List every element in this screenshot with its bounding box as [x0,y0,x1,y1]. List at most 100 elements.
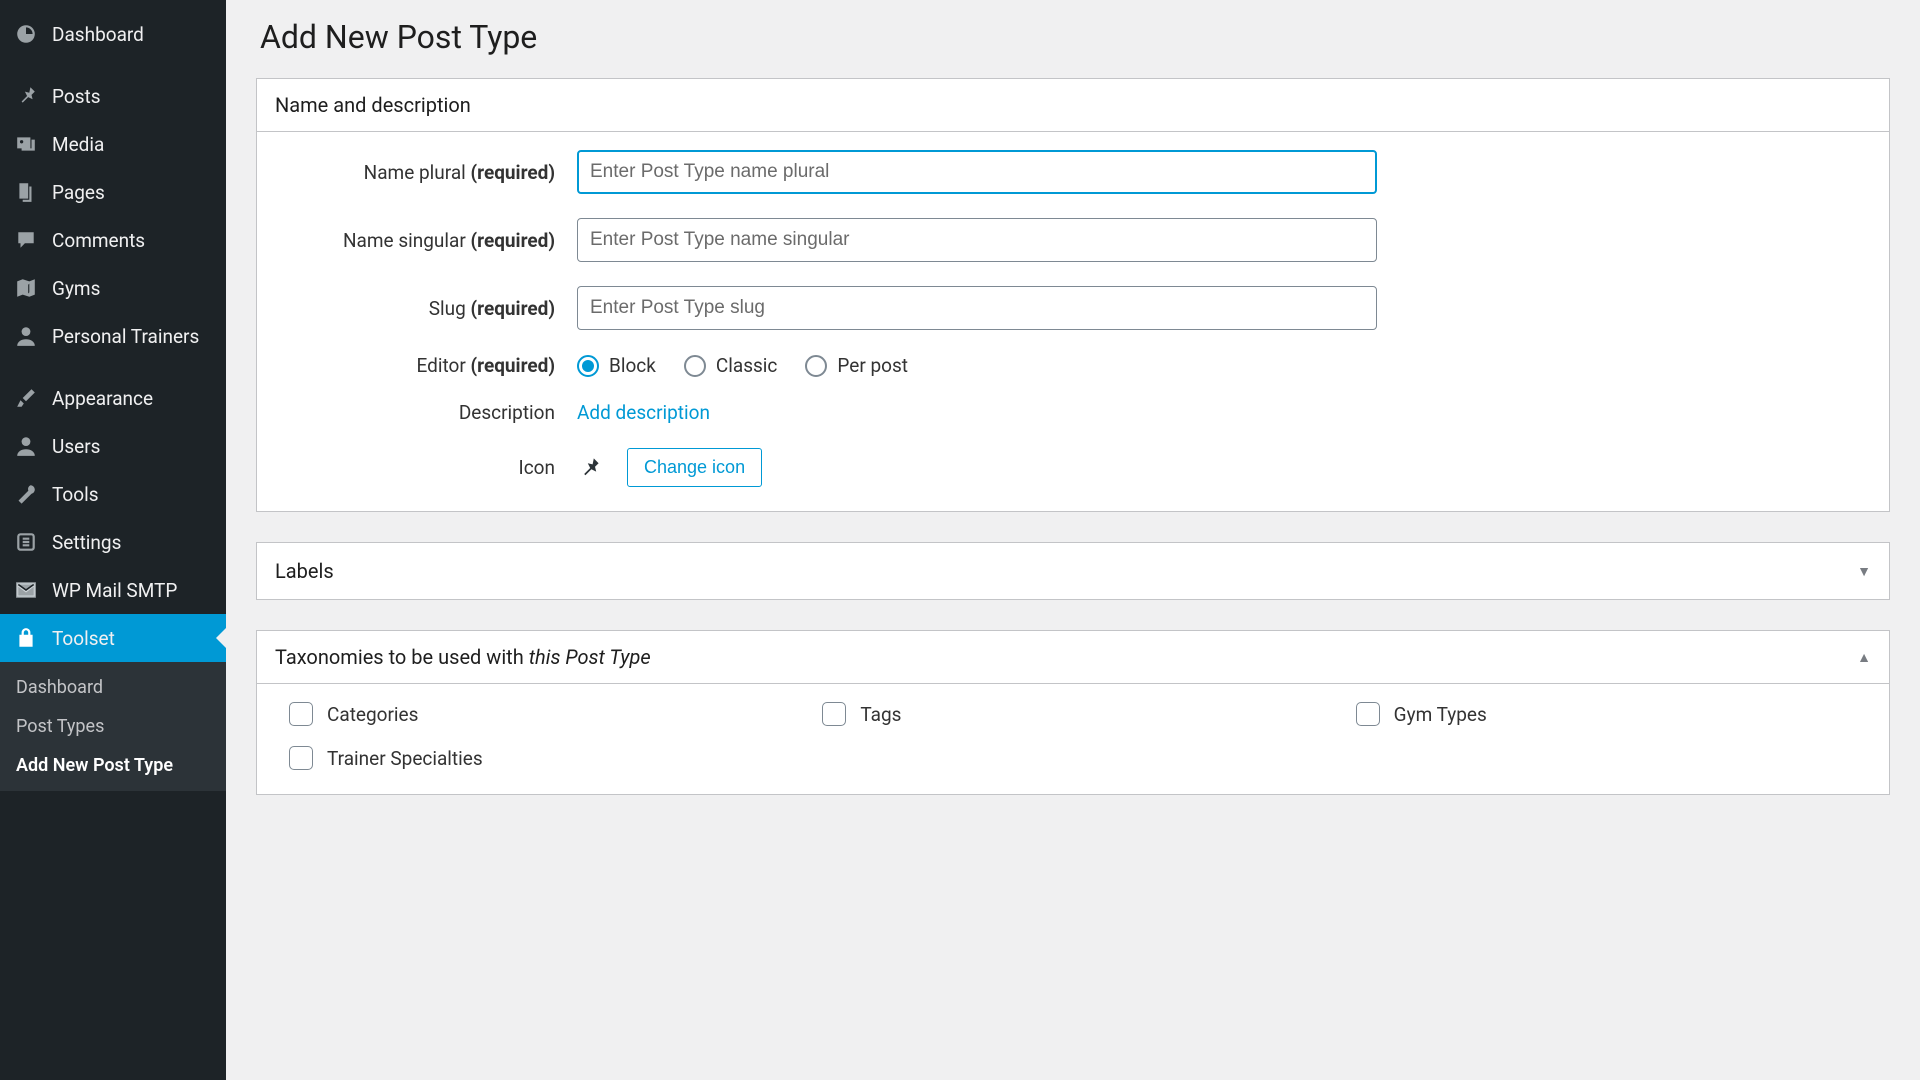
map-icon [14,276,38,300]
sidebar-item-toolset[interactable]: Toolset [0,614,226,662]
sidebar-item-posts[interactable]: Posts [0,72,226,120]
media-icon [14,132,38,156]
current-icon-preview [577,456,601,480]
pages-icon [14,180,38,204]
panel-name-description: Name and description Name plural (requir… [256,78,1890,512]
sidebar-item-comments[interactable]: Comments [0,216,226,264]
sidebar-item-label: Toolset [52,627,115,650]
sidebar-item-personal-trainers[interactable]: Personal Trainers [0,312,226,360]
sidebar-item-wp-mail-smtp[interactable]: WP Mail SMTP [0,566,226,614]
label-name-plural: Name plural (required) [277,161,577,184]
panel-title: Labels [275,559,334,583]
row-icon: Icon Change icon [277,448,1869,487]
checkbox-label: Gym Types [1394,703,1487,726]
panel-header-labels[interactable]: Labels ▼ [257,543,1889,599]
sidebar-item-label: Media [52,133,104,156]
comments-icon [14,228,38,252]
radio-editor-per-post[interactable]: Per post [805,354,908,377]
label-icon: Icon [277,456,577,479]
add-description-link[interactable]: Add description [577,401,710,424]
sidebar-item-label: Users [52,435,100,458]
sidebar-item-users[interactable]: Users [0,422,226,470]
chevron-down-icon: ▼ [1857,563,1871,580]
panel-body-taxonomies: Categories Tags Gym Types Trainer Specia… [257,684,1889,794]
slug-field[interactable] [577,286,1377,330]
sidebar-item-label: WP Mail SMTP [52,579,177,602]
checkbox-tags[interactable]: Tags [822,702,1335,726]
checkbox-icon [289,746,313,770]
mail-icon [14,578,38,602]
row-editor: Editor (required) Block Classic [277,354,1869,377]
sidebar-item-label: Settings [52,531,121,554]
sidebar-item-label: Pages [52,181,105,204]
sidebar-item-settings[interactable]: Settings [0,518,226,566]
label-slug: Slug (required) [277,297,577,320]
admin-sidebar: Dashboard Posts Media Pages Commen [0,0,226,1080]
checkbox-gym-types[interactable]: Gym Types [1356,702,1869,726]
checkbox-label: Categories [327,703,418,726]
sidebar-item-gyms[interactable]: Gyms [0,264,226,312]
checkbox-icon [1356,702,1380,726]
toolset-icon [14,626,38,650]
label-name-singular: Name singular (required) [277,229,577,252]
sidebar-item-label: Personal Trainers [52,325,199,348]
submenu-item-add-new-post-type[interactable]: Add New Post Type [0,746,226,785]
name-singular-field[interactable] [577,218,1377,262]
user-icon [14,324,38,348]
panel-body-name: Name plural (required) Name singular (re… [257,132,1889,511]
panel-title: Name and description [275,93,471,117]
toolset-submenu: Dashboard Post Types Add New Post Type [0,662,226,791]
panel-header-name: Name and description [257,79,1889,132]
submenu-item-post-types[interactable]: Post Types [0,707,226,746]
page-title: Add New Post Type [256,18,1890,56]
row-slug: Slug (required) [277,286,1869,330]
chevron-up-icon: ▲ [1857,649,1871,666]
sidebar-item-label: Tools [52,483,99,506]
label-description: Description [277,401,577,424]
checkbox-label: Tags [860,703,901,726]
row-description: Description Add description [277,401,1869,424]
sidebar-item-label: Dashboard [52,23,144,46]
row-name-singular: Name singular (required) [277,218,1869,262]
sidebar-item-pages[interactable]: Pages [0,168,226,216]
panel-taxonomies: Taxonomies to be used with this Post Typ… [256,630,1890,795]
submenu-item-dashboard[interactable]: Dashboard [0,668,226,707]
user-icon [14,434,38,458]
sidebar-item-label: Gyms [52,277,100,300]
radio-label: Block [609,354,656,377]
radio-label: Per post [837,354,908,377]
wrench-icon [14,482,38,506]
row-name-plural: Name plural (required) [277,150,1869,194]
checkbox-categories[interactable]: Categories [289,702,802,726]
main-content: Add New Post Type Name and description N… [226,0,1920,1080]
panel-header-taxonomies[interactable]: Taxonomies to be used with this Post Typ… [257,631,1889,684]
radio-editor-block[interactable]: Block [577,354,656,377]
sidebar-item-label: Comments [52,229,145,252]
sidebar-item-label: Posts [52,85,101,108]
radio-editor-classic[interactable]: Classic [684,354,778,377]
pin-icon [14,84,38,108]
change-icon-button[interactable]: Change icon [627,448,762,487]
name-plural-field[interactable] [577,150,1377,194]
sidebar-item-media[interactable]: Media [0,120,226,168]
checkbox-label: Trainer Specialties [327,747,483,770]
checkbox-icon [289,702,313,726]
sidebar-item-tools[interactable]: Tools [0,470,226,518]
checkbox-trainer-specialties[interactable]: Trainer Specialties [289,746,802,770]
radio-icon [684,355,706,377]
panel-title: Taxonomies to be used with this Post Typ… [275,645,651,669]
label-editor: Editor (required) [277,354,577,377]
radio-icon [805,355,827,377]
sidebar-item-dashboard[interactable]: Dashboard [0,10,226,58]
sliders-icon [14,530,38,554]
editor-radio-group: Block Classic Per post [577,354,908,377]
sidebar-item-appearance[interactable]: Appearance [0,374,226,422]
taxonomies-grid: Categories Tags Gym Types Trainer Specia… [277,702,1869,770]
radio-label: Classic [716,354,778,377]
sidebar-item-label: Appearance [52,387,153,410]
brush-icon [14,386,38,410]
dashboard-icon [14,22,38,46]
panel-labels: Labels ▼ [256,542,1890,600]
radio-icon [577,355,599,377]
checkbox-icon [822,702,846,726]
